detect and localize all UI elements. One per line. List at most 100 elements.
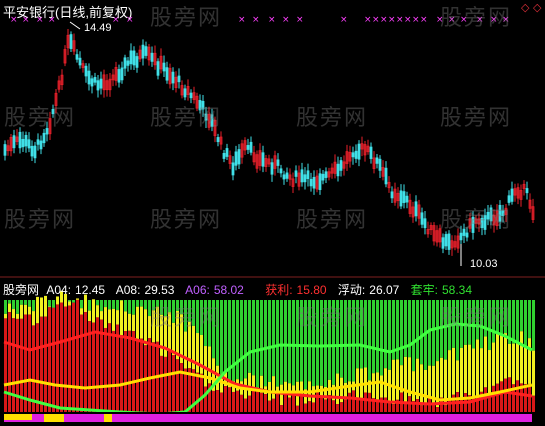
float-bar [376, 372, 379, 400]
float-bar [488, 350, 491, 398]
signal-marker: × [296, 15, 304, 25]
trapped-bar [416, 300, 419, 359]
profit-bar [128, 330, 131, 412]
trapped-bar [112, 300, 115, 309]
trapped-bar [108, 300, 111, 310]
float-bar [412, 371, 415, 402]
float-bar [144, 309, 147, 346]
signal-marker: × [388, 15, 396, 25]
candle-body [279, 168, 283, 174]
trapped-bar [196, 300, 199, 334]
trapped-bar [80, 300, 83, 309]
candle-body [351, 152, 355, 158]
trapped-bar [52, 300, 55, 308]
candle-body [321, 173, 325, 181]
float-bar [312, 386, 315, 403]
float-bar [272, 376, 275, 399]
trapped-bar [188, 300, 191, 322]
trapped-bar [168, 300, 171, 313]
candle-body [42, 132, 46, 144]
strip-segment [104, 414, 112, 422]
float-bar [160, 314, 163, 356]
trapped-bar [212, 300, 215, 359]
profit-bar [364, 392, 367, 412]
profit-bar [28, 314, 31, 412]
float-bar [136, 306, 139, 341]
trapped-bar [528, 300, 531, 339]
profit-bar [268, 400, 271, 412]
trapped-bar [240, 300, 243, 382]
float-bar [500, 333, 503, 382]
candle-body [471, 216, 475, 233]
profit-bar [32, 325, 35, 412]
float-bar [512, 343, 515, 385]
trapped-bar [520, 300, 523, 332]
candle-body [306, 170, 310, 180]
profit-bar [388, 403, 391, 412]
profit-bar [112, 330, 115, 412]
candle-body [375, 157, 379, 164]
profit-bar [168, 350, 171, 412]
candle-body [198, 100, 202, 111]
candle-body [420, 212, 424, 225]
profit-bar [300, 394, 303, 412]
float-bar [128, 313, 131, 331]
float-bar [460, 347, 463, 399]
signal-marker: × [252, 15, 260, 25]
float-bar [28, 306, 31, 315]
trapped-bar [488, 300, 491, 351]
profit-bar [528, 383, 531, 412]
profit-bar [344, 399, 347, 412]
trapped-bar [496, 300, 499, 334]
profit-bar [240, 394, 243, 412]
float-bar [380, 375, 383, 398]
float-bar [68, 301, 71, 306]
profit-bar [352, 390, 355, 412]
candle-body [129, 50, 133, 65]
candle-body [309, 178, 313, 187]
profit-bar [220, 392, 223, 412]
trapped-bar [360, 300, 363, 369]
trapped-bar [136, 300, 139, 307]
trapped-bar [380, 300, 383, 376]
trapped-bar [216, 300, 219, 366]
candle-body [99, 78, 103, 89]
diamond-icon[interactable]: ◇ [521, 1, 529, 14]
float-bar [532, 350, 535, 396]
profit-bar [260, 392, 263, 412]
trapped-bar [164, 300, 167, 317]
float-bar [48, 306, 51, 308]
diamond-icon[interactable]: ◇ [533, 1, 541, 14]
float-bar [496, 333, 499, 384]
candle-body [303, 174, 307, 183]
float-bar [40, 297, 43, 317]
high-label-leader [69, 21, 81, 30]
candle-body [69, 34, 73, 49]
candle-body [339, 160, 343, 171]
stock-chart[interactable]: × × × × × × × × × × × × × × × × × × × × × × × × × × [0, 0, 545, 426]
candle-body [222, 152, 226, 159]
float-bar [96, 305, 99, 318]
profit-bar [384, 397, 387, 412]
candle-body [90, 78, 94, 87]
profit-bar [92, 322, 95, 412]
float-bar [520, 331, 523, 384]
profit-bar [272, 398, 275, 412]
trapped-bar [524, 300, 527, 347]
profit-bar [264, 394, 267, 412]
profit-bar [48, 307, 51, 412]
trapped-bar [148, 300, 151, 317]
trapped-bar [328, 300, 331, 380]
trapped-bar [372, 300, 375, 374]
profit-bar [424, 404, 427, 412]
profit-bar [500, 381, 503, 412]
float-bar [372, 373, 375, 399]
profit-bar [132, 331, 135, 412]
candle-body [36, 139, 40, 145]
candle-body [444, 234, 448, 247]
profit-bar [52, 307, 55, 412]
profit-bar [4, 318, 7, 412]
candle-body [144, 46, 148, 56]
float-bar [120, 300, 123, 336]
float-bar [112, 308, 115, 331]
